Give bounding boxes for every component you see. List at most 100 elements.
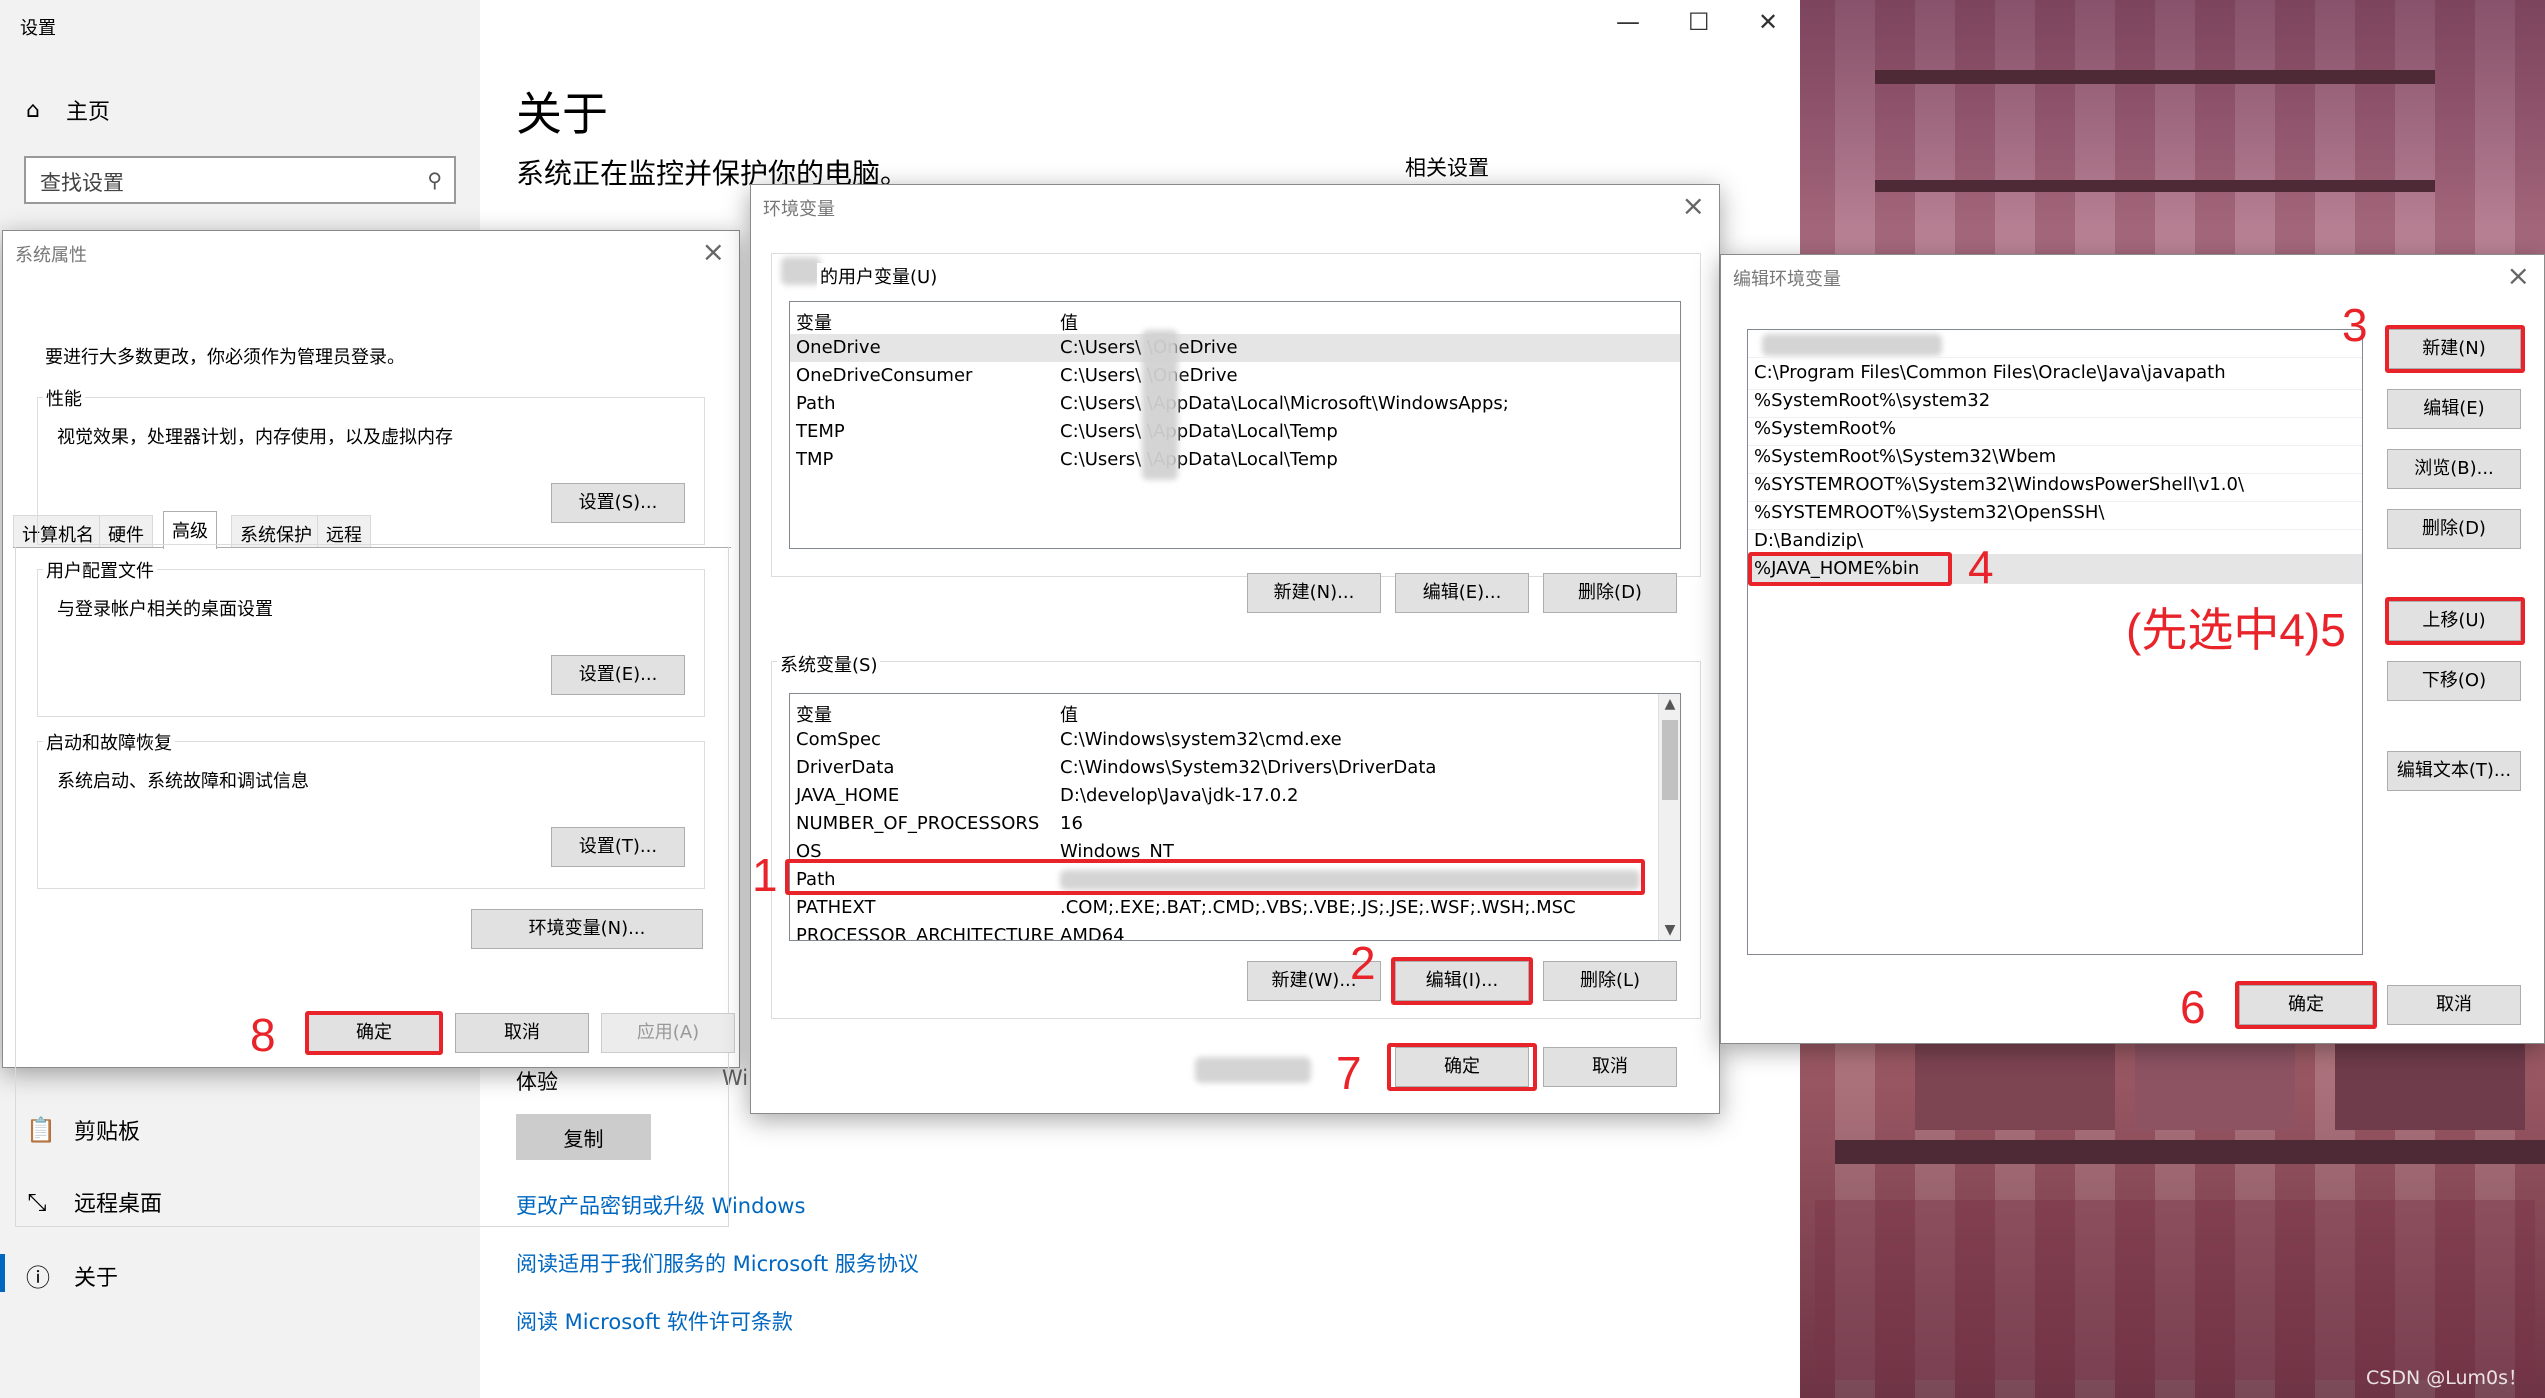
home-label: 主页 (65, 100, 110, 125)
user-delete-button[interactable]: 删除(D) (1543, 573, 1677, 613)
col-val-header: 值 (1060, 313, 1078, 334)
apply-button[interactable]: 应用(A) (601, 1013, 735, 1053)
sidebar-item-about[interactable]: ⓘ 关于 (26, 1258, 118, 1293)
var-name: TEMP (796, 421, 845, 442)
sidebar-home[interactable]: ⌂ 主页 (26, 94, 110, 126)
system-vars-label: 系统变量(S) (777, 651, 881, 677)
environment-variables-dialog: 环境变量 × 的用户变量(U) 变量 值 OneDrive C:\Users\ … (750, 184, 1720, 1114)
col-var-header: 变量 (796, 705, 832, 726)
user-profiles-settings-button[interactable]: 设置(E)... (551, 655, 685, 695)
annotation-3: 3 (2342, 299, 2368, 351)
annotation-box-7 (1387, 1043, 1537, 1091)
cancel-button[interactable]: 取消 (2387, 985, 2521, 1025)
var-name: PATHEXT (796, 897, 876, 918)
annotation-box-3 (2385, 325, 2525, 373)
var-name: JAVA_HOME (796, 785, 900, 806)
var-name: OneDriveConsumer (796, 365, 973, 386)
list-item[interactable]: C:\Program Files\Common Files\Oracle\Jav… (1754, 362, 2226, 390)
table-row[interactable]: PROCESSOR_ARCHITECTURE AMD64 (790, 922, 1680, 941)
link-license-terms[interactable]: 阅读 Microsoft 软件许可条款 (516, 1306, 793, 1336)
col-var-header: 变量 (796, 313, 832, 334)
var-value: AMD64 (1060, 925, 1125, 941)
annotation-box-5 (2385, 597, 2525, 645)
var-name: OneDrive (796, 337, 881, 358)
annotation-box-8 (305, 1011, 443, 1055)
user-edit-button[interactable]: 编辑(E)... (1395, 573, 1529, 613)
system-properties-dialog: 系统属性 × 计算机名 硬件 高级 系统保护 远程 要进行大多数更改，你必须作为… (2, 230, 740, 1227)
user-vars-label: 的用户变量(U) (817, 263, 941, 289)
performance-settings-button[interactable]: 设置(S)... (551, 483, 685, 523)
annotation-box-1 (785, 859, 1645, 895)
var-name: Path (796, 393, 836, 414)
edit-button[interactable]: 编辑(E) (2387, 389, 2521, 429)
environment-variables-button[interactable]: 环境变量(N)... (471, 909, 703, 949)
watermark: CSDN @Lum0s！ (2366, 1367, 2527, 1389)
var-name: NUMBER_OF_PROCESSORS (796, 813, 1040, 834)
var-value: 16 (1060, 813, 1083, 834)
list-item[interactable]: %SystemRoot% (1754, 418, 1896, 446)
annotation-2: 2 (1350, 937, 1376, 989)
var-value: .COM;.EXE;.BAT;.CMD;.VBS;.VBE;.JS;.JSE;.… (1060, 897, 1576, 918)
table-row[interactable]: JAVA_HOME D:\develop\Java\jdk-17.0.2 (790, 782, 1680, 810)
minimize-icon[interactable]: — (1616, 8, 1640, 36)
annotation-8: 8 (250, 1009, 276, 1061)
startup-recovery-settings-button[interactable]: 设置(T)... (551, 827, 685, 867)
table-row[interactable]: TMP C:\Users\ \AppData\Local\Temp (790, 446, 1680, 474)
link-services-agreement[interactable]: 阅读适用于我们服务的 Microsoft 服务协议 (516, 1248, 919, 1278)
close-icon[interactable]: ✕ (1758, 8, 1778, 36)
table-header: 变量 值 (790, 698, 1680, 726)
cancel-button[interactable]: 取消 (455, 1013, 589, 1053)
dialog-title: 系统属性 (15, 245, 87, 266)
var-name: DriverData (796, 757, 895, 778)
close-icon[interactable]: × (2507, 259, 2530, 292)
info-icon: ⓘ (26, 1264, 50, 1292)
list-item[interactable]: %SystemRoot%\System32\Wbem (1754, 446, 2056, 474)
table-row[interactable]: ComSpec C:\Windows\system32\cmd.exe (790, 726, 1680, 754)
table-row[interactable]: OneDrive C:\Users\ \OneDrive (790, 334, 1680, 362)
active-indicator (0, 1254, 5, 1292)
startup-recovery-label: 启动和故障恢复 (43, 729, 175, 755)
page-title: 关于 (516, 87, 608, 141)
list-item[interactable]: %SYSTEMROOT%\System32\OpenSSH\ (1754, 502, 2104, 530)
list-item[interactable]: %SystemRoot%\system32 (1754, 390, 1990, 418)
scroll-thumb[interactable] (1662, 720, 1678, 800)
table-row[interactable]: PATHEXT .COM;.EXE;.BAT;.CMD;.VBS;.VBE;.J… (790, 894, 1680, 922)
var-name: TMP (796, 449, 834, 470)
scroll-up-icon[interactable]: ▲ (1659, 696, 1680, 712)
system-delete-button[interactable]: 删除(L) (1543, 961, 1677, 1001)
cancel-button[interactable]: 取消 (1543, 1047, 1677, 1087)
dialog-title: 环境变量 (763, 199, 835, 220)
list-item[interactable]: %SYSTEMROOT%\System32\WindowsPowerShell\… (1754, 474, 2244, 502)
maximize-icon[interactable]: ☐ (1688, 8, 1710, 36)
var-value: C:\Users\ \AppData\Local\Temp (1060, 421, 1338, 442)
close-icon[interactable]: × (1682, 189, 1705, 222)
delete-button[interactable]: 删除(D) (2387, 509, 2521, 549)
table-row[interactable]: TEMP C:\Users\ \AppData\Local\Temp (790, 418, 1680, 446)
system-vars-table[interactable]: 变量 值 ComSpec C:\Windows\system32\cmd.exe… (789, 693, 1681, 941)
user-new-button[interactable]: 新建(N)... (1247, 573, 1381, 613)
browse-button[interactable]: 浏览(B)... (2387, 449, 2521, 489)
scrollbar[interactable]: ▲ ▼ (1658, 694, 1680, 940)
scroll-down-icon[interactable]: ▼ (1659, 922, 1680, 938)
startup-recovery-desc: 系统启动、系统故障和调试信息 (57, 771, 309, 792)
redacted-entry (1762, 334, 1942, 356)
annotation-box-6 (2235, 981, 2377, 1029)
move-down-button[interactable]: 下移(O) (2387, 661, 2521, 701)
table-row[interactable]: DriverData C:\Windows\System32\Drivers\D… (790, 754, 1680, 782)
dialog-title: 编辑环境变量 (1733, 269, 1841, 290)
search-input[interactable]: 查找设置 ⚲ (24, 156, 456, 204)
close-icon[interactable]: × (702, 235, 725, 268)
annotation-6: 6 (2180, 981, 2206, 1033)
table-row[interactable]: Path C:\Users\ \AppData\Local\Microsoft\… (790, 390, 1680, 418)
sidebar-item-label: 关于 (74, 1265, 119, 1291)
app-title: 设置 (20, 18, 56, 39)
table-row[interactable]: OneDriveConsumer C:\Users\ \OneDrive (790, 362, 1680, 390)
var-value: C:\Users\ \AppData\Local\Temp (1060, 449, 1338, 470)
user-profiles-label: 用户配置文件 (43, 557, 157, 583)
admin-note: 要进行大多数更改，你必须作为管理员登录。 (45, 347, 405, 368)
table-row[interactable]: NUMBER_OF_PROCESSORS 16 (790, 810, 1680, 838)
annotation-5: (先选中4)5 (2126, 604, 2346, 656)
edit-text-button[interactable]: 编辑文本(T)... (2387, 751, 2521, 791)
annotation-4: 4 (1968, 541, 1994, 593)
user-vars-table[interactable]: 变量 值 OneDrive C:\Users\ \OneDrive OneDri… (789, 301, 1681, 549)
